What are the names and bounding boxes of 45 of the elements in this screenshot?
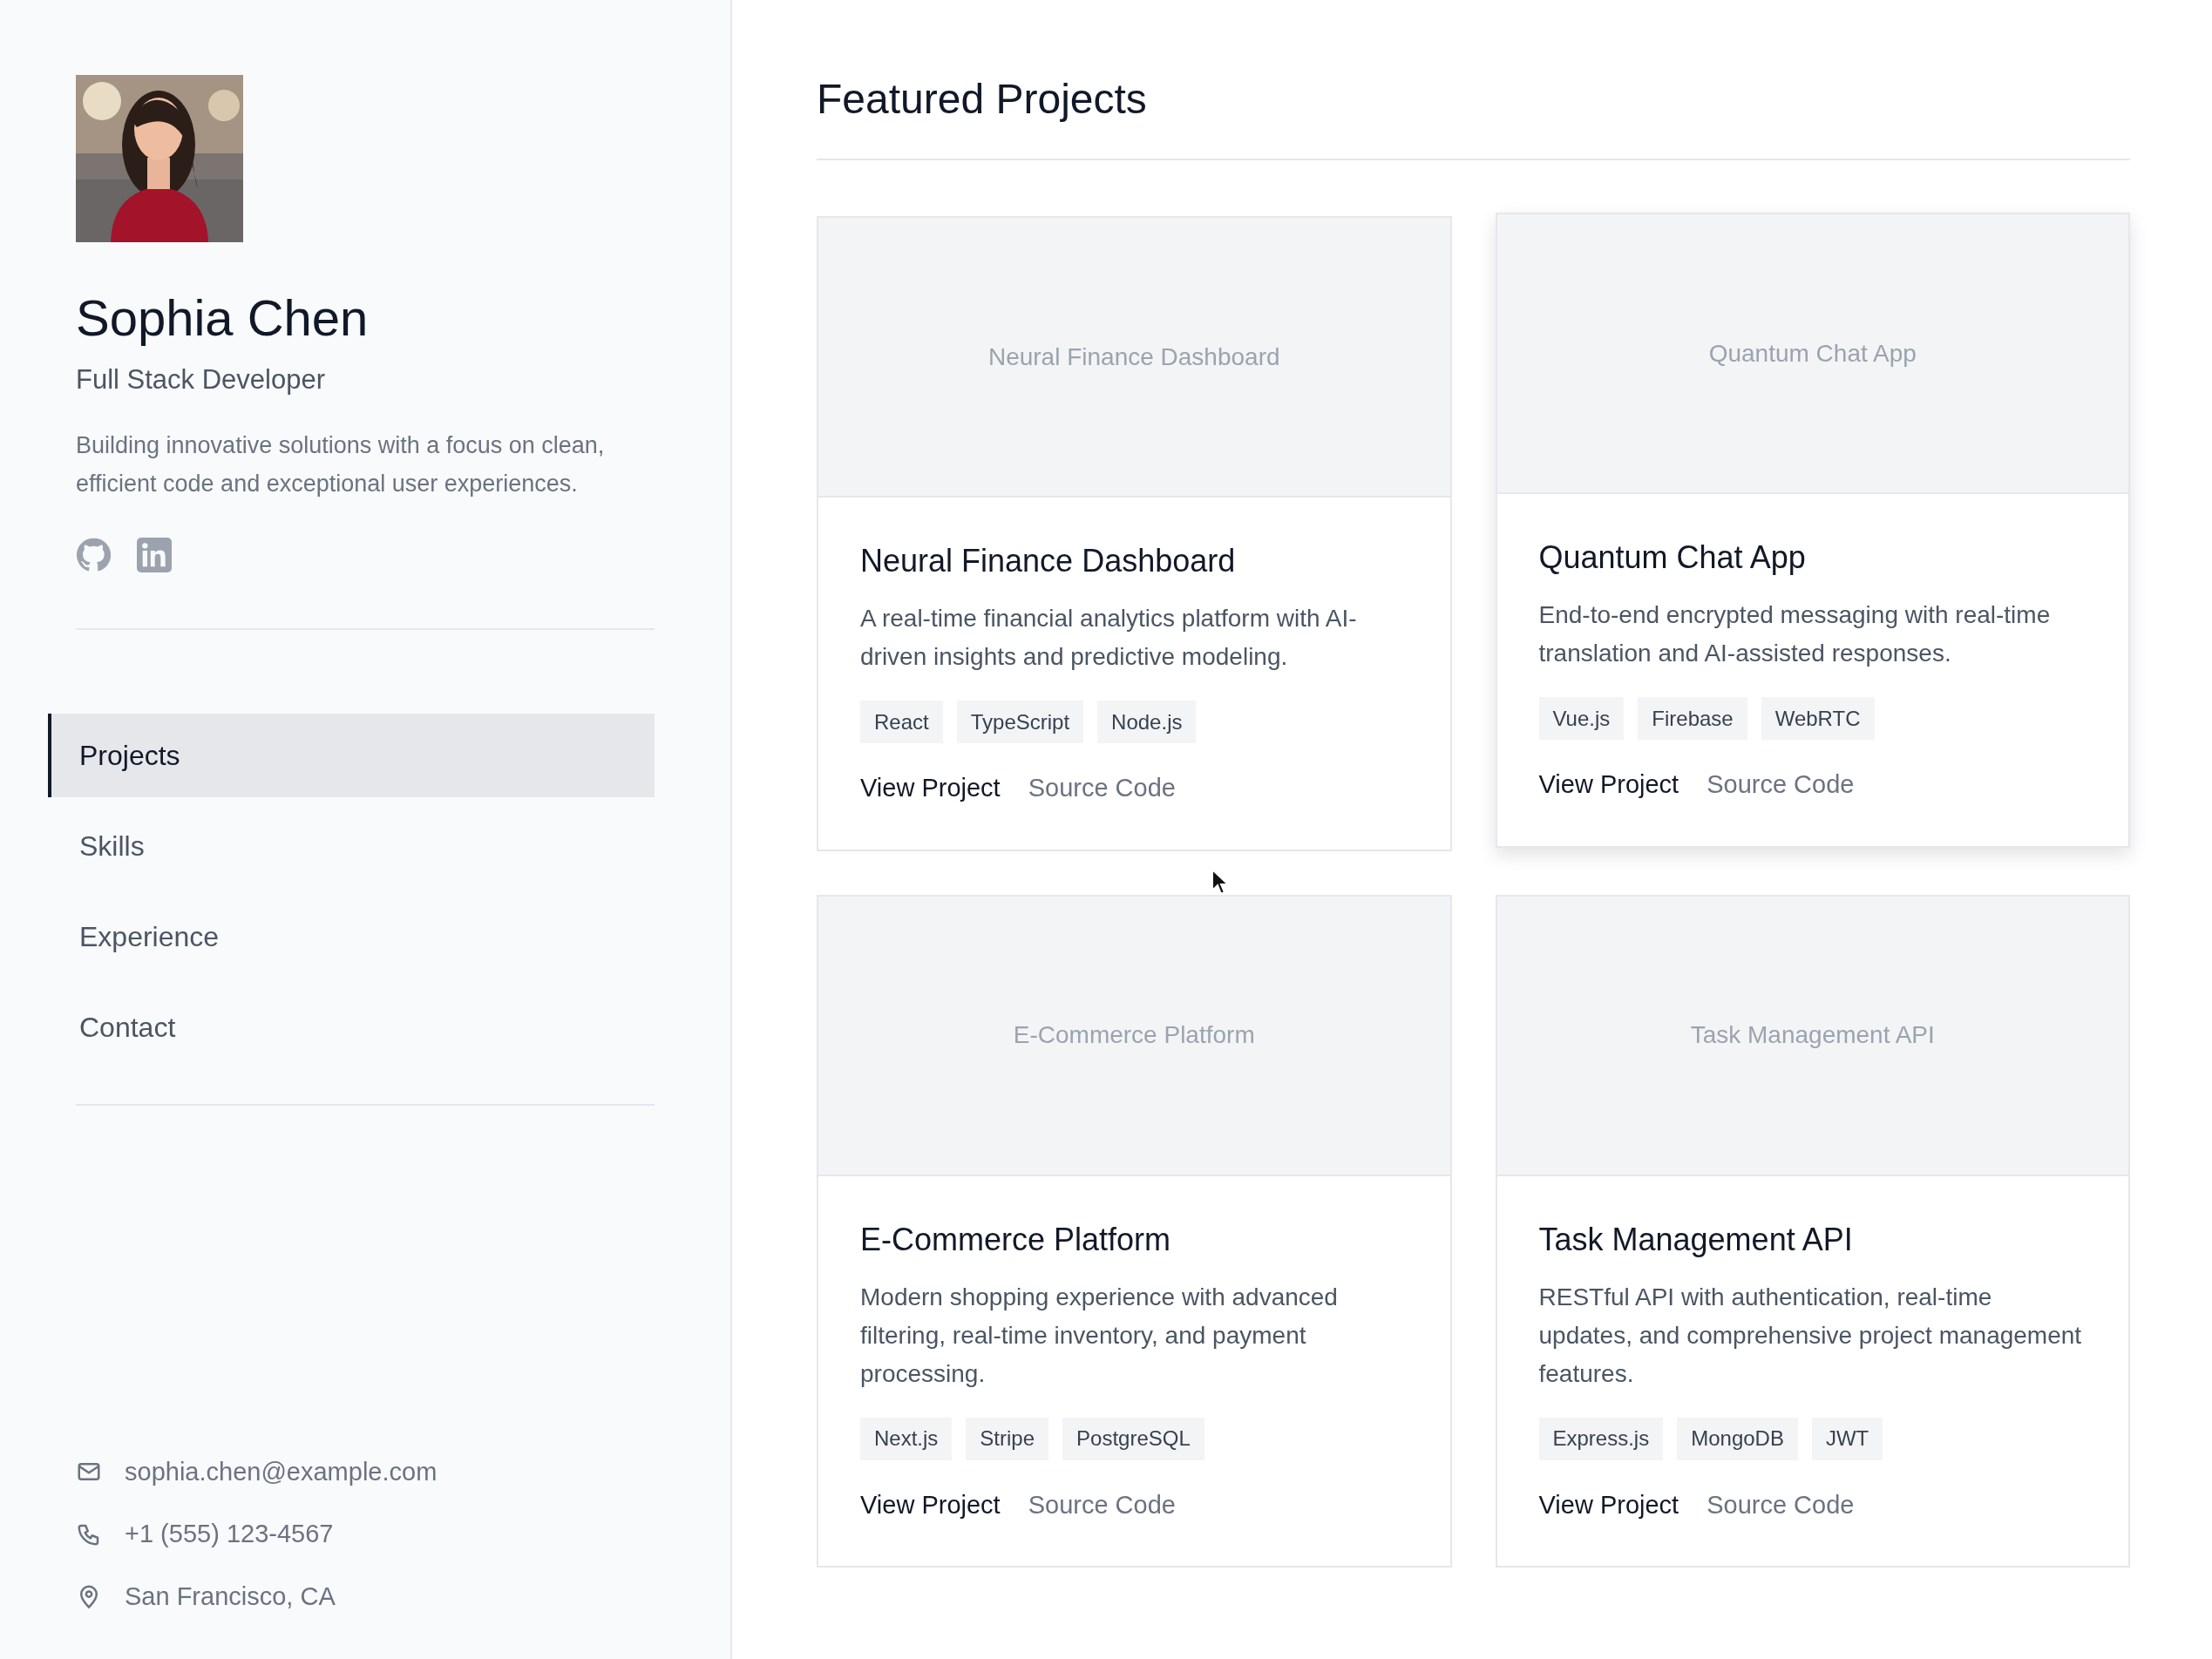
nav-item[interactable]: Experience xyxy=(48,895,655,979)
nav-item[interactable]: Contact xyxy=(48,985,655,1070)
location-text: San Francisco, CA xyxy=(125,1581,336,1612)
tech-tag: Firebase xyxy=(1638,697,1747,740)
project-title: E-Commerce Platform xyxy=(860,1220,1172,1259)
nav-item[interactable]: Skills xyxy=(48,804,655,889)
nav-item[interactable]: Projects xyxy=(48,714,655,798)
bio-text: Building innovative solutions with a focus on clean, efficient code and exceptional user experiences. xyxy=(76,431,606,499)
tech-tag: Stripe xyxy=(966,1417,1049,1460)
placeholder-label: Neural Finance Dashboard xyxy=(987,342,1280,372)
project-description: RESTful API with authentication, real-time updates, and comprehensive project management features. xyxy=(1538,1282,2083,1389)
github-icon[interactable] xyxy=(76,538,111,573)
project-title: Task Management API xyxy=(1538,1220,1854,1259)
project-description: End-to-end encrypted messaging with real-time translation and AI-assisted responses. xyxy=(1538,600,2052,668)
linkedin-icon[interactable] xyxy=(137,538,172,573)
project-title: Neural Finance Dashboard xyxy=(860,542,1237,580)
view-project-link[interactable]: View Project xyxy=(1538,1486,1679,1524)
phone-text: +1 (555) 123-4567 xyxy=(125,1519,334,1549)
section-title: Featured Projects xyxy=(817,78,1148,120)
source-code-link[interactable]: Source Code xyxy=(1706,766,1855,804)
person-name: Sophia Chen xyxy=(76,289,370,348)
tech-tag: TypeScript xyxy=(956,701,1084,743)
source-code-link[interactable]: Source Code xyxy=(1028,1486,1176,1524)
tech-tag: Node.js xyxy=(1097,701,1197,743)
view-project-link[interactable]: View Project xyxy=(860,1486,1001,1524)
project-title: Quantum Chat App xyxy=(1538,538,1807,577)
tech-tag: WebRTC xyxy=(1761,697,1875,740)
tech-tag: Express.js xyxy=(1538,1417,1664,1460)
email-text: sophia.chen@example.com xyxy=(125,1456,438,1487)
project-description: A real-time financial analytics platform with AI-driven insights and predictive modeling. xyxy=(860,604,1358,672)
project-description: Modern shopping experience with advanced filtering, real-time inventory, and payment processing. xyxy=(860,1282,1339,1389)
view-project-link[interactable]: View Project xyxy=(860,769,1001,808)
placeholder-label: Quantum Chat App xyxy=(1708,338,1917,369)
placeholder-label: E-Commerce Platform xyxy=(1013,1020,1255,1050)
source-code-link[interactable]: Source Code xyxy=(1706,1486,1855,1524)
tech-tag: Next.js xyxy=(860,1417,953,1460)
job-title: Full Stack Developer xyxy=(76,362,326,396)
tech-tag: React xyxy=(860,701,943,743)
placeholder-label: Task Management API xyxy=(1690,1020,1935,1050)
tech-tag: MongoDB xyxy=(1677,1417,1798,1460)
tech-tag: JWT xyxy=(1811,1417,1883,1460)
tech-tag: Vue.js xyxy=(1538,697,1625,740)
view-project-link[interactable]: View Project xyxy=(1538,766,1679,804)
source-code-link[interactable]: Source Code xyxy=(1028,769,1176,808)
tech-tag: PostgreSQL xyxy=(1062,1417,1204,1460)
